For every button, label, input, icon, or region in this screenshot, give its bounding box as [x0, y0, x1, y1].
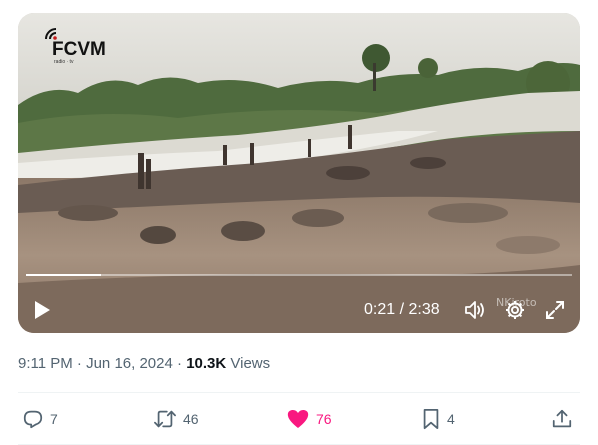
video-progress-fill — [26, 274, 101, 276]
tweet-actions: 7 46 76 4 — [18, 406, 580, 432]
bookmark-icon — [423, 408, 439, 430]
reply-icon — [23, 410, 43, 429]
retweet-count: 46 — [183, 411, 199, 427]
like-count: 76 — [316, 411, 332, 427]
settings-button[interactable] — [502, 297, 528, 323]
heart-icon — [287, 409, 309, 428]
views-label: Views — [230, 355, 271, 372]
fullscreen-icon — [546, 301, 564, 319]
logo-subtext: radio · tv — [54, 59, 74, 65]
retweet-button[interactable]: 46 — [153, 406, 199, 432]
bookmark-count: 4 — [447, 411, 455, 427]
like-button[interactable]: 76 — [286, 406, 332, 432]
bookmark-button[interactable]: 4 — [421, 406, 455, 432]
meta-separator: · — [177, 355, 183, 372]
reply-button[interactable]: 7 — [22, 406, 58, 432]
share-button[interactable] — [551, 406, 573, 432]
play-icon — [35, 301, 50, 319]
tweet-meta: 9:11 PM · Jun 16, 2024 · 10.3K Views — [18, 353, 270, 375]
reply-count: 7 — [50, 411, 58, 427]
channel-logo: FCVM radio · tv — [42, 27, 114, 67]
logo-text: FCVM — [52, 39, 106, 60]
meta-separator: · — [76, 355, 82, 372]
video-progress-bar[interactable] — [26, 274, 572, 276]
gear-icon — [506, 301, 524, 319]
video-player[interactable]: FCVM radio · tv NKiroto 0:21 / 2:38 — [18, 13, 580, 333]
play-button[interactable] — [30, 298, 54, 322]
volume-icon — [465, 301, 484, 319]
volume-button[interactable] — [462, 297, 488, 323]
tweet-date[interactable]: Jun 16, 2024 — [86, 355, 173, 372]
divider — [18, 392, 580, 393]
share-icon — [552, 409, 572, 428]
fullscreen-button[interactable] — [542, 297, 568, 323]
video-time: 0:21 / 2:38 — [364, 301, 440, 318]
retweet-icon — [154, 410, 176, 428]
views-count: 10.3K — [186, 355, 227, 372]
tweet-time[interactable]: 9:11 PM — [18, 355, 73, 372]
